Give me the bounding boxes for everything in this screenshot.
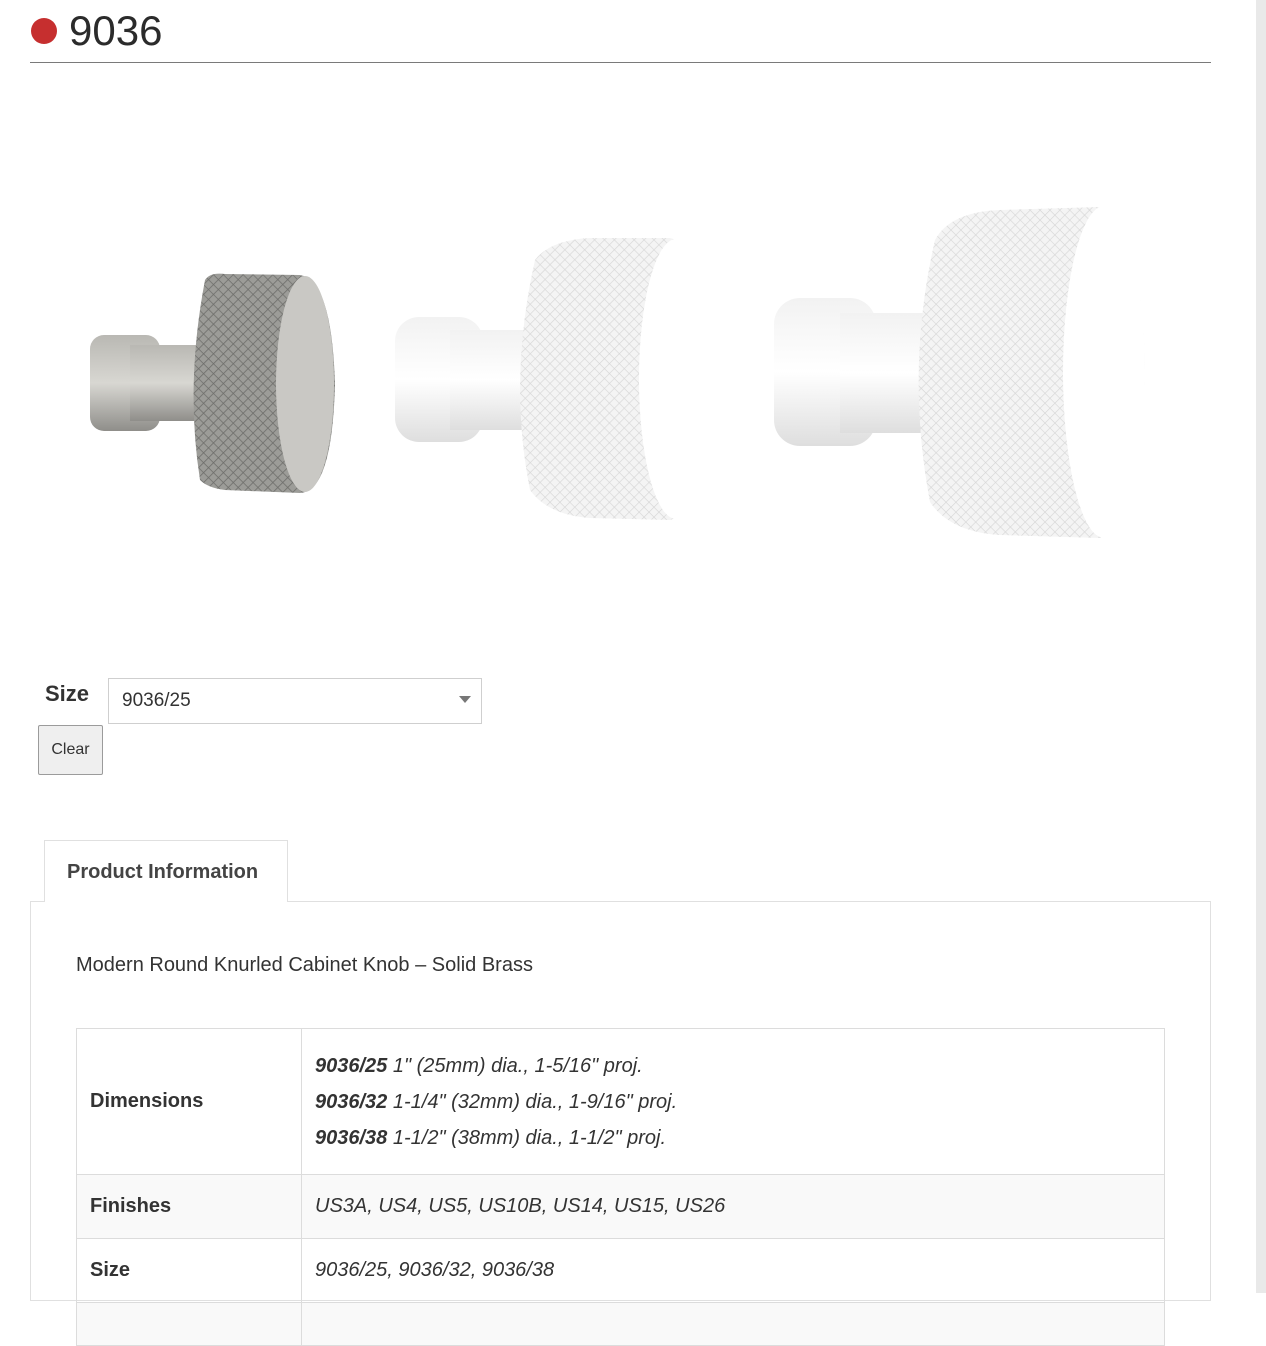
satin-nickel-knob-image [90, 273, 335, 493]
spec-table: Dimensions 9036/25 1" (25mm) dia., 1-5/1… [76, 1028, 1165, 1346]
table-row: Dimensions 9036/25 1" (25mm) dia., 1-5/1… [76, 1028, 1165, 1175]
finishes-label: Finishes [76, 1174, 302, 1239]
dimension-code: 9036/38 [315, 1126, 388, 1149]
dimension-text: 1-1/2" (38mm) dia., 1-1/2" proj. [392, 1126, 667, 1149]
status-dot-icon [31, 18, 57, 44]
dimension-code: 9036/25 [315, 1054, 388, 1077]
dimension-text: 1-1/4" (32mm) dia., 1-9/16" proj. [392, 1090, 678, 1113]
chevron-down-icon [459, 696, 471, 703]
white-knob-large-image [774, 206, 1145, 538]
clear-button[interactable]: Clear [38, 725, 103, 775]
size-select[interactable]: 9036/25 [108, 678, 482, 724]
dimension-text: 1" (25mm) dia., 1-5/16" proj. [392, 1054, 643, 1077]
size-label: Size [45, 681, 90, 706]
product-title: 9036 [69, 7, 163, 54]
product-header: 9036 [30, 8, 1211, 63]
tab-product-information[interactable]: Product Information [44, 840, 288, 902]
product-gallery [60, 180, 1180, 560]
table-row [76, 1302, 1165, 1346]
dimension-line: 9036/32 1-1/4" (32mm) dia., 1-9/16" proj… [315, 1084, 1163, 1120]
dimensions-label: Dimensions [76, 1028, 302, 1175]
product-description: Modern Round Knurled Cabinet Knob – Soli… [76, 954, 533, 976]
table-cell [76, 1302, 302, 1346]
tab-label: Product Information [67, 861, 259, 883]
size-select-value: 9036/25 [122, 690, 191, 711]
white-knob-medium-image [395, 238, 713, 520]
scrollbar-track[interactable] [1256, 0, 1266, 1293]
dimension-line: 9036/25 1" (25mm) dia., 1-5/16" proj. [315, 1048, 1163, 1084]
finishes-value: US3A, US4, US5, US10B, US14, US15, US26 [301, 1174, 1165, 1239]
table-cell [301, 1302, 1165, 1346]
dimensions-value: 9036/25 1" (25mm) dia., 1-5/16" proj. 90… [301, 1028, 1165, 1175]
dimension-code: 9036/32 [315, 1090, 388, 1113]
table-row: Finishes US3A, US4, US5, US10B, US14, US… [76, 1174, 1165, 1239]
dimension-line: 9036/38 1-1/2" (38mm) dia., 1-1/2" proj. [315, 1120, 1163, 1156]
